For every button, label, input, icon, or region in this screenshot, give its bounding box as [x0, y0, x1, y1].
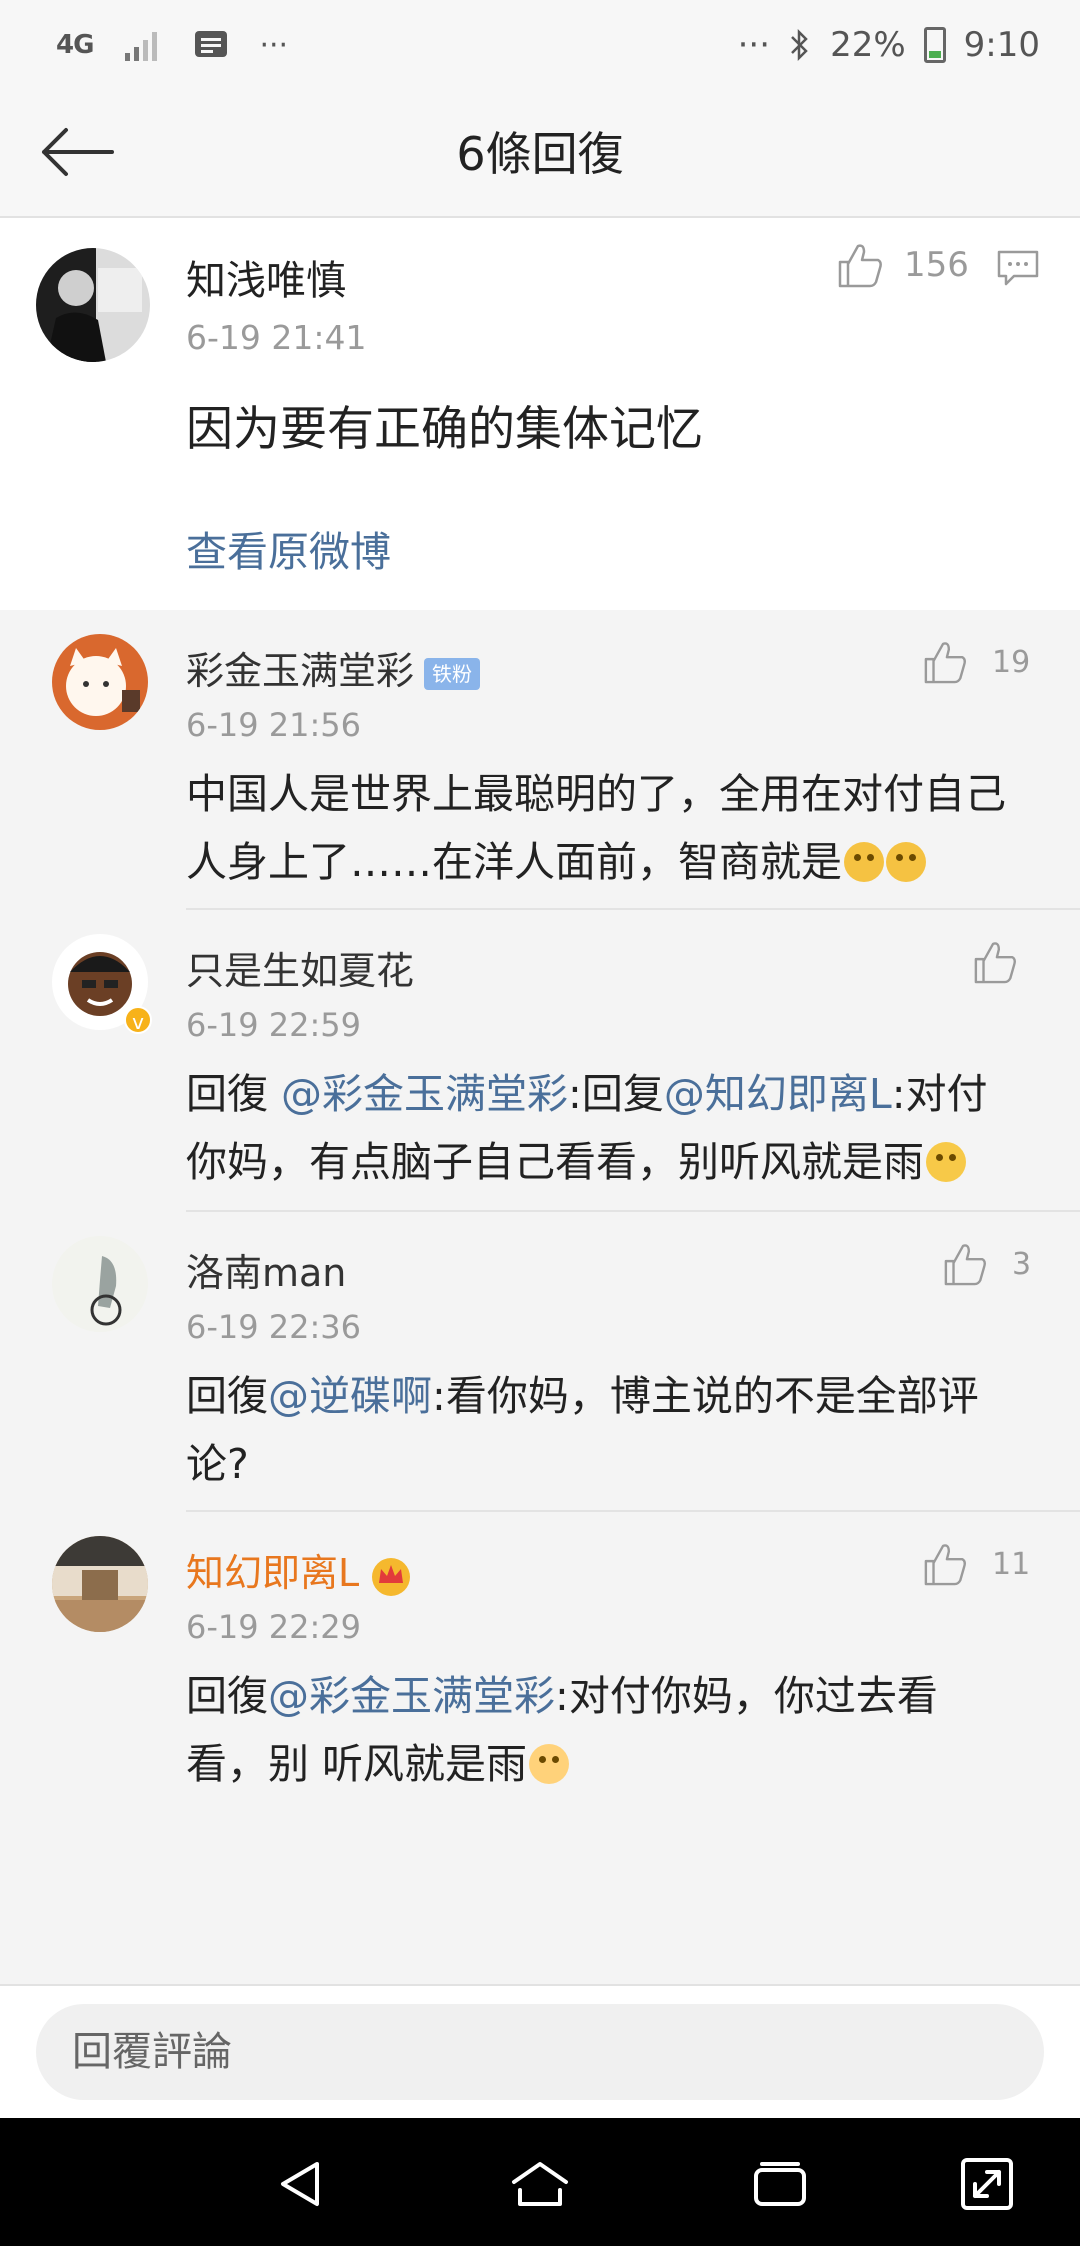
list-item: 彩金玉满堂彩 铁粉 6-19 21:56 19 中国人是世界上最聪明的了，全用在对…	[0, 610, 1080, 910]
comment-icon	[997, 250, 1039, 286]
reply-prefix: 回復	[186, 1672, 268, 1720]
page-title: 6條回復	[456, 127, 624, 181]
author-name[interactable]: 知浅唯慎	[186, 248, 346, 306]
avatar[interactable]	[52, 1236, 148, 1332]
like-count: 3	[1012, 1246, 1032, 1282]
reply-input-bar: 回覆評論	[0, 1984, 1080, 2118]
comment-button[interactable]	[996, 248, 1040, 292]
avatar[interactable]	[52, 1536, 148, 1632]
battery-percent: 22%	[830, 25, 906, 65]
nav-recents-icon	[754, 2162, 806, 2206]
nav-home-button[interactable]	[505, 2152, 575, 2216]
thumb-up-icon	[924, 1544, 966, 1586]
system-nav-bar	[0, 2118, 1080, 2246]
network-label: 4G	[56, 30, 94, 60]
mention-link[interactable]: @彩金玉满堂彩	[268, 1672, 555, 1720]
timestamp: 6-19 22:36	[186, 1308, 362, 1346]
like-button[interactable]: 156	[836, 242, 969, 288]
message-notification-icon	[195, 31, 228, 57]
shrug-emoji-icon	[529, 1744, 570, 1784]
reply-mid: :回复	[568, 1070, 664, 1118]
comment-text: 回復@逆碟啊:看你妈，博主说的不是全部评论?	[186, 1362, 1016, 1498]
nav-back-icon	[281, 2162, 319, 2206]
battery-icon	[923, 27, 946, 63]
status-overflow-left: ···	[259, 27, 289, 63]
author-name-text: 彩金玉满堂彩	[186, 649, 415, 693]
fan-badge: 铁粉	[424, 657, 481, 690]
view-original-link[interactable]: 查看原微博	[186, 518, 391, 578]
header: 6條回復	[0, 90, 1080, 218]
like-count: 11	[992, 1546, 1031, 1582]
timestamp: 6-19 21:41	[186, 318, 367, 357]
avatar[interactable]	[36, 248, 150, 362]
like-button[interactable]: 19	[922, 640, 1030, 684]
like-button[interactable]: 11	[922, 1542, 1030, 1586]
reply-comment-input[interactable]: 回覆評論	[36, 2004, 1044, 2100]
avatar[interactable]	[52, 634, 148, 730]
status-overflow-right: ···	[737, 25, 771, 65]
nav-expand-icon	[961, 2158, 1013, 2210]
mention-link[interactable]: @彩金玉满堂彩	[281, 1070, 568, 1118]
nav-home-icon	[512, 2162, 568, 2206]
reply-prefix: 回復	[186, 1372, 268, 1420]
main-comment: 知浅唯慎 6-19 21:41 156 因为要有正确的集体记忆 查看原微博	[0, 218, 1080, 610]
clock: 9:10	[963, 25, 1040, 65]
timestamp: 6-19 22:59	[186, 1006, 362, 1044]
status-bar: 4G ··· ··· 22% 9:10	[0, 0, 1080, 90]
timestamp: 6-19 21:56	[186, 706, 362, 744]
thinking-emoji-icon	[926, 1142, 966, 1182]
nav-recents-button[interactable]	[745, 2152, 815, 2216]
comment-text: 因为要有正确的集体记忆	[186, 402, 703, 457]
like-button[interactable]	[972, 940, 1018, 984]
thumb-up-icon	[838, 244, 882, 288]
bluetooth-icon	[791, 28, 808, 62]
verified-badge-icon: v	[124, 1006, 152, 1034]
author-name[interactable]: 知幻即离L	[186, 1542, 413, 1597]
nav-expand-button[interactable]	[952, 2152, 1022, 2216]
like-count: 156	[904, 245, 969, 285]
thumb-up-icon	[944, 1244, 986, 1286]
comment-text: 回復@彩金玉满堂彩:对付你妈，你过去看看，别 听风就是雨	[186, 1662, 1016, 1798]
laugh-cry-emoji-icon	[844, 842, 884, 882]
laugh-cry-emoji-icon	[886, 842, 926, 882]
author-name-text: 知幻即离L	[186, 1551, 360, 1595]
comment-text-body: 中国人是世界上最聪明的了，全用在对付自己人身上了……在洋人面前，智商就是	[186, 770, 1006, 886]
list-item: 洛南man 6-19 22:36 3 回復@逆碟啊:看你妈，博主说的不是全部评论…	[0, 1212, 1080, 1512]
app-root: 4G ··· ··· 22% 9:10 6條回復 知浅唯慎 6-19 21:41…	[0, 0, 1080, 2246]
vip-crown-icon	[372, 1557, 411, 1596]
author-name[interactable]: 只是生如夏花	[186, 940, 414, 995]
like-button[interactable]: 3	[942, 1242, 1031, 1286]
status-right: ··· 22% 9:10	[738, 20, 1040, 70]
author-name[interactable]: 洛南man	[186, 1242, 346, 1297]
author-name[interactable]: 彩金玉满堂彩 铁粉	[186, 640, 481, 695]
thumb-up-icon	[974, 942, 1016, 984]
reply-prefix: 回復	[186, 1070, 282, 1118]
mention-link[interactable]: @知幻即离L	[664, 1070, 892, 1118]
comment-text: 中国人是世界上最聪明的了，全用在对付自己人身上了……在洋人面前，智商就是	[186, 760, 1016, 896]
thumb-up-icon	[924, 642, 966, 684]
timestamp: 6-19 22:29	[186, 1608, 362, 1646]
mention-link[interactable]: @逆碟啊	[268, 1372, 432, 1420]
list-item: v 只是生如夏花 6-19 22:59 回復 @彩金玉满堂彩:回复@知幻即离L:…	[0, 910, 1080, 1212]
list-item: 知幻即离L 6-19 22:29 11 回復@彩金玉满堂彩:对付你妈，你过去看看…	[0, 1512, 1080, 1812]
nav-back-button[interactable]	[266, 2152, 336, 2216]
comment-text: 回復 @彩金玉满堂彩:回复@知幻即离L:对付你妈，有点脑子自己看看，别听风就是雨	[186, 1060, 1016, 1196]
status-left: 4G ···	[56, 20, 288, 70]
like-count: 19	[992, 644, 1031, 680]
signal-icon	[125, 32, 158, 61]
